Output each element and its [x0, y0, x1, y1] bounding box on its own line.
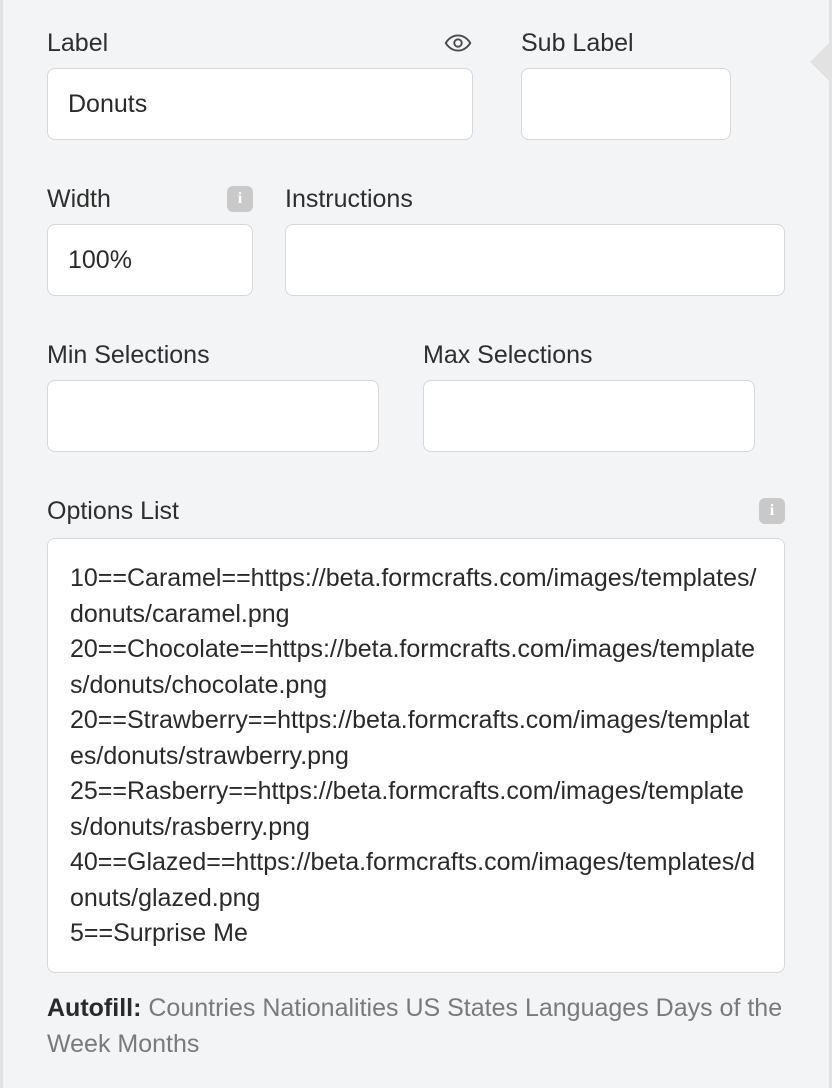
options-list-label: Options List — [47, 497, 179, 526]
field-options-list: Options List i — [47, 496, 785, 973]
info-icon[interactable]: i — [759, 498, 785, 524]
instructions-label: Instructions — [285, 185, 413, 214]
row-width-instructions: Width i Instructions — [47, 184, 785, 296]
autofill-option[interactable]: Months — [110, 1030, 199, 1058]
sub-label-label: Sub Label — [521, 29, 634, 58]
max-selections-input[interactable] — [423, 380, 755, 452]
label-input[interactable] — [47, 68, 473, 140]
field-width: Width i — [47, 184, 253, 296]
label-label: Label — [47, 29, 108, 58]
autofill-option[interactable]: Nationalities — [255, 994, 398, 1022]
sub-label-input[interactable] — [521, 68, 731, 140]
min-selections-input[interactable] — [47, 380, 379, 452]
row-min-max: Min Selections Max Selections — [47, 340, 785, 452]
field-min-selections: Min Selections — [47, 340, 379, 452]
form-field-settings-panel: Label Sub Label Width i — [0, 0, 832, 1088]
width-label: Width — [47, 185, 111, 214]
panel-pointer — [810, 40, 832, 84]
instructions-input[interactable] — [285, 224, 785, 296]
autofill-row: Autofill: Countries Nationalities US Sta… — [47, 991, 785, 1062]
min-selections-label: Min Selections — [47, 341, 210, 370]
autofill-options: Countries Nationalities US States Langua… — [47, 994, 782, 1058]
options-list-textarea[interactable] — [47, 538, 785, 973]
visibility-eye-icon[interactable] — [443, 28, 473, 58]
field-label: Label — [47, 28, 473, 140]
autofill-option[interactable]: Languages — [518, 994, 649, 1022]
row-label-sublabel: Label Sub Label — [47, 28, 785, 140]
width-input[interactable] — [47, 224, 253, 296]
autofill-option[interactable]: Countries — [148, 994, 255, 1022]
field-instructions: Instructions — [285, 184, 785, 296]
autofill-label: Autofill: — [47, 994, 141, 1022]
max-selections-label: Max Selections — [423, 341, 593, 370]
info-icon[interactable]: i — [227, 186, 253, 212]
autofill-option[interactable]: US States — [399, 994, 519, 1022]
field-sub-label: Sub Label — [521, 28, 731, 140]
field-max-selections: Max Selections — [423, 340, 755, 452]
